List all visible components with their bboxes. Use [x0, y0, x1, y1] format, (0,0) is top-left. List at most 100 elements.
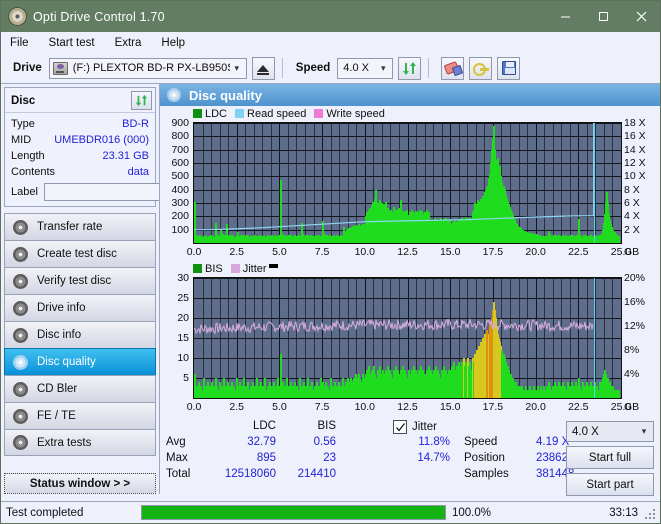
x-axis-tick-label: 5.0	[272, 246, 287, 258]
y-axis-tick-label: 500	[171, 170, 189, 183]
x-axis-tick-label: 7.5	[314, 401, 330, 413]
menu-help[interactable]: Help	[161, 37, 196, 49]
jitter-avg-value: 11.8%	[418, 436, 450, 448]
disc-icon	[167, 88, 181, 102]
maximize-icon[interactable]	[584, 1, 622, 32]
application-window: Opti Drive Control 1.70 File Start test …	[0, 0, 661, 524]
sidebar-item-verify-test-disc[interactable]: Verify test disc	[4, 267, 156, 294]
disc-type-value: BD-R	[122, 118, 149, 130]
close-icon[interactable]	[622, 1, 660, 32]
bis-legend: BIS Jitter	[160, 261, 660, 276]
minimize-icon[interactable]	[546, 1, 584, 32]
progress-bar-fill	[142, 506, 445, 519]
disc-type-label: Type	[11, 118, 35, 130]
sidebar-item-extra-tests[interactable]: Extra tests	[4, 429, 156, 456]
x-axis-tick-label: 10.0	[354, 246, 376, 258]
bis-plot-area: 5 10 15 20 25 30 4% 8% 12% 16% 20% 0.0 2.5 5.0 7.5 10.0…	[160, 272, 660, 416]
y-axis-tick-label: 10	[177, 352, 189, 364]
sidebar-item-create-test-disc[interactable]: Create test disc	[4, 240, 156, 267]
save-button[interactable]	[497, 56, 521, 80]
legend-label-write-speed: Write speed	[326, 107, 385, 120]
sidebar-item-drive-info[interactable]: Drive info	[4, 294, 156, 321]
legend-entry-write-speed: Write speed	[314, 108, 385, 120]
disc-icon	[13, 354, 28, 370]
disc-icon	[13, 219, 28, 235]
sidebar-item-label: Disc info	[37, 329, 82, 341]
key-button[interactable]	[469, 56, 493, 80]
disc-row-label: Label	[11, 182, 246, 202]
key-icon	[472, 61, 489, 76]
col-header-bis: BIS	[317, 420, 336, 432]
statistics-grid: LDC BIS Avg Max Total 32.79 895 12518060…	[166, 420, 654, 496]
disc-refresh-button[interactable]	[131, 91, 152, 110]
drive-select[interactable]: (F:) PLEXTOR BD-R PX-LB950SA 1.06 ▾	[48, 57, 247, 79]
ldc-chart-block: LDC Read speed Write speed 100 200 300 400 5…	[160, 106, 660, 261]
y2-axis-tick-label: 6 X	[624, 197, 640, 209]
x-axis-tick-label: 20.0	[525, 401, 546, 413]
jitter-checkbox[interactable]	[393, 420, 407, 434]
resize-grip[interactable]	[645, 509, 657, 521]
progress-bar	[141, 505, 446, 520]
x-axis-tick-label: 0.0	[186, 246, 202, 258]
x-axis-tick-label: 0.0	[186, 401, 202, 413]
y-axis-tick-label: 100	[171, 223, 189, 236]
bis-chart-plot	[193, 277, 622, 399]
speed-select-value: 4.0 X	[343, 62, 369, 74]
y2-axis-tick-label: 18 X	[624, 117, 646, 129]
start-full-button[interactable]: Start full	[566, 446, 654, 469]
jitter-label: Jitter	[412, 421, 437, 433]
menu-start-test[interactable]: Start test	[49, 37, 106, 49]
sidebar-item-cd-bler[interactable]: CD Bler	[4, 375, 156, 402]
menu-file[interactable]: File	[10, 37, 40, 49]
bis-chart-line-overlay	[194, 318, 594, 335]
sidebar-item-disc-info[interactable]: Disc info	[4, 321, 156, 348]
sidebar-item-fe-te[interactable]: FE / TE	[4, 402, 156, 429]
x-axis-tick-label: 22.5	[568, 401, 589, 413]
test-speed-select[interactable]: 4.0 X ▾	[566, 421, 654, 442]
sidebar-item-disc-quality[interactable]: Disc quality	[4, 348, 156, 375]
total-bis-value: 214410	[297, 468, 336, 480]
y-axis-tick-label: 800	[171, 130, 189, 143]
statistics-panel: LDC BIS Avg Max Total 32.79 895 12518060…	[160, 416, 660, 496]
disc-contents-value: data	[127, 166, 149, 178]
row-header-max: Max	[166, 452, 188, 464]
legend-entry-jitter: Jitter	[230, 263, 278, 275]
y2-axis-tick-label: 4%	[624, 368, 640, 380]
eraser-icon	[445, 62, 461, 74]
progress-percent: 100.0%	[452, 506, 492, 519]
legend-marker-black	[268, 263, 278, 268]
total-ldc-value: 12518060	[224, 468, 276, 480]
samples-stat-label: Samples	[464, 468, 509, 480]
status-window-toggle[interactable]: Status window > >	[4, 473, 156, 494]
save-icon	[501, 61, 516, 75]
refresh-button[interactable]	[398, 56, 422, 80]
row-header-avg: Avg	[166, 436, 186, 448]
legend-swatch-read-speed	[235, 109, 245, 118]
disc-icon	[13, 435, 28, 450]
x-axis-tick-label: 15.0	[439, 246, 461, 258]
position-cursor	[594, 278, 595, 398]
ldc-chart-plot	[193, 122, 622, 244]
main-body: Disc Type BD-R MID UMEBDR016 (000) Lengt…	[1, 84, 660, 496]
disc-length-label: Length	[11, 150, 45, 162]
start-part-button[interactable]: Start part	[566, 473, 654, 496]
sidebar-item-label: Drive info	[37, 302, 86, 314]
disc-icon	[13, 381, 28, 397]
disc-label-label: Label	[11, 186, 38, 198]
disc-row-contents: Contents data	[11, 164, 149, 180]
toolbar-divider-2	[428, 58, 430, 78]
speed-select[interactable]: 4.0 X ▾	[337, 57, 394, 79]
sidebar-item-transfer-rate[interactable]: Transfer rate	[4, 213, 156, 240]
eject-button[interactable]	[251, 56, 275, 80]
sidebar-item-label: FE / TE	[37, 410, 76, 422]
y2-axis-tick-label: 12%	[624, 320, 646, 332]
position-stat-label: Position	[464, 452, 505, 464]
sidebar-item-label: Disc quality	[37, 356, 96, 368]
erase-button[interactable]	[441, 56, 465, 80]
y-axis-tick-label: 5	[183, 372, 189, 384]
ldc-plot-area: 100 200 300 400 500 600 700 800 900 2 X4 X6 X8 X1…	[160, 117, 660, 261]
ldc-legend: LDC Read speed Write speed	[160, 106, 660, 121]
menu-bar: File Start test Extra Help	[1, 32, 660, 53]
menu-extra[interactable]: Extra	[115, 37, 153, 49]
y2-axis-tick-label: 8%	[624, 344, 640, 356]
